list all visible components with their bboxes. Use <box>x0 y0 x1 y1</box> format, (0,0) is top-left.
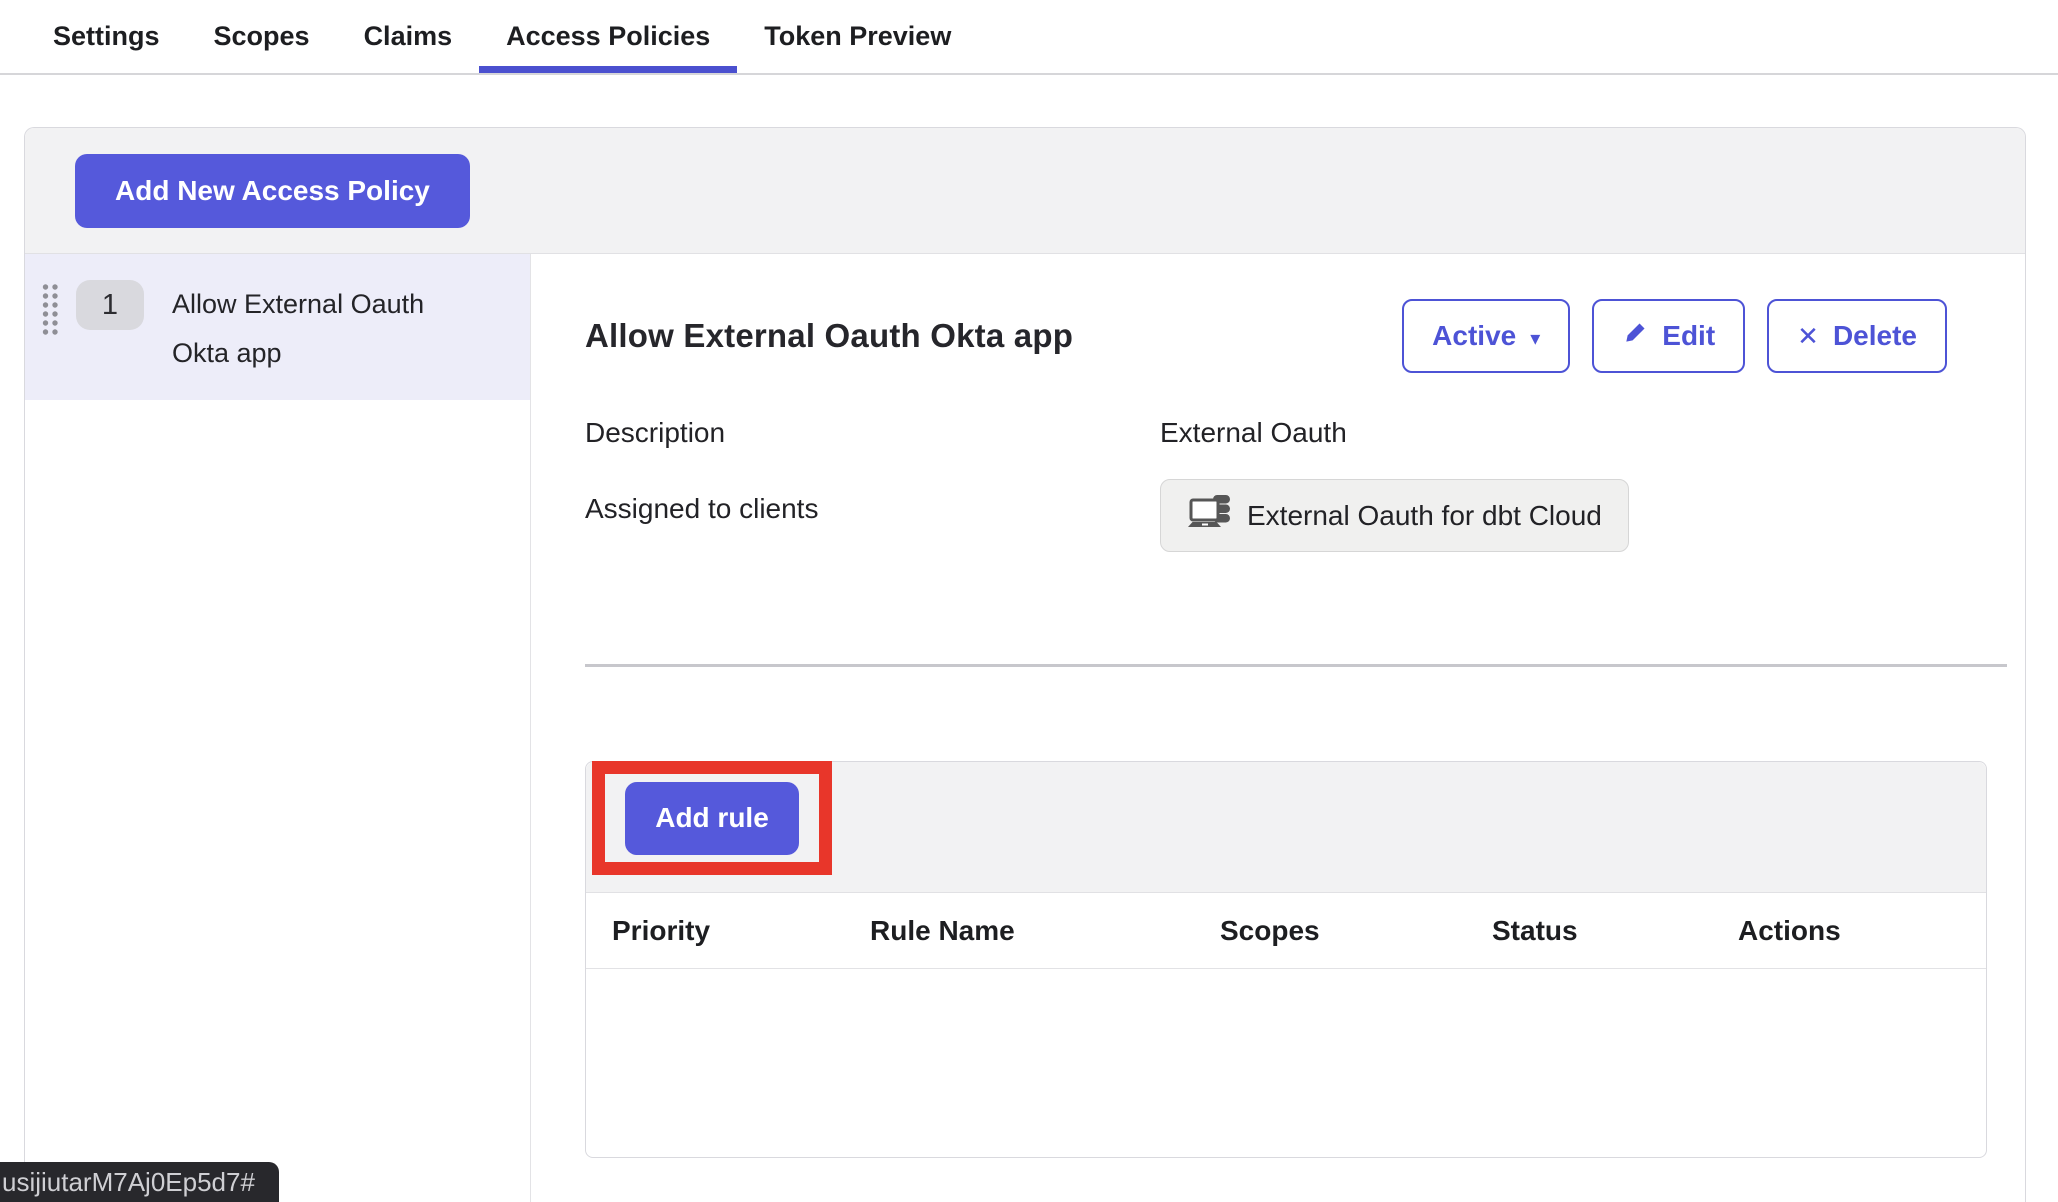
policy-detail-grid: Description External Oauth Assigned to c… <box>585 417 2007 552</box>
tab-token-preview[interactable]: Token Preview <box>737 0 978 73</box>
rules-table-empty-body <box>586 969 1986 1157</box>
link-status-bar: usijiutarM7Aj0Ep5d7# <box>0 1162 279 1202</box>
page: Settings Scopes Claims Access Policies T… <box>0 0 2058 1202</box>
client-app-icon <box>1187 492 1233 539</box>
client-chip: External Oauth for dbt Cloud <box>1160 479 1629 552</box>
edit-button-label: Edit <box>1662 320 1715 352</box>
add-rule-button[interactable]: Add rule <box>625 782 799 855</box>
chevron-down-icon: ▾ <box>1530 326 1540 351</box>
rules-table-header: Priority Rule Name Scopes Status Actions <box>586 893 1986 969</box>
column-rule-name: Rule Name <box>870 915 1220 947</box>
description-value: External Oauth <box>1160 417 2007 449</box>
rules-panel: Add rule Priority Rule Name Scopes Statu… <box>585 761 1987 1158</box>
delete-button-label: Delete <box>1833 320 1917 352</box>
policy-name-label: Allow External Oauth Okta app <box>172 280 487 378</box>
add-new-access-policy-button[interactable]: Add New Access Policy <box>75 154 470 228</box>
tab-bar: Settings Scopes Claims Access Policies T… <box>0 0 2058 75</box>
rules-panel-header: Add rule <box>586 762 1986 893</box>
tab-access-policies[interactable]: Access Policies <box>479 0 737 73</box>
description-label: Description <box>585 417 1160 449</box>
column-scopes: Scopes <box>1220 915 1492 947</box>
policy-actions: Active ▾ Edit ✕ <box>1402 299 1947 373</box>
drag-handle-icon[interactable] <box>41 282 60 341</box>
policy-list-item[interactable]: 1 Allow External Oauth Okta app <box>25 254 530 400</box>
assigned-clients-label: Assigned to clients <box>585 493 1160 525</box>
column-status: Status <box>1492 915 1738 947</box>
panel-header: Add New Access Policy <box>25 128 2025 254</box>
policy-title-row: Allow External Oauth Okta app Active ▾ <box>585 299 2007 373</box>
policy-priority-badge: 1 <box>76 280 144 330</box>
section-divider <box>585 664 2007 667</box>
tab-claims[interactable]: Claims <box>337 0 480 73</box>
access-policies-panel: Add New Access Policy <box>24 127 2026 1202</box>
policy-list-sidebar: 1 Allow External Oauth Okta app <box>25 254 531 1202</box>
tab-scopes[interactable]: Scopes <box>187 0 337 73</box>
pencil-icon <box>1622 320 1648 353</box>
column-priority: Priority <box>612 915 870 947</box>
client-chip-label: External Oauth for dbt Cloud <box>1247 500 1602 532</box>
policy-title: Allow External Oauth Okta app <box>585 317 1073 355</box>
edit-button[interactable]: Edit <box>1592 299 1745 373</box>
delete-button[interactable]: ✕ Delete <box>1767 299 1947 373</box>
panel-body: 1 Allow External Oauth Okta app Allow Ex… <box>25 254 2025 1202</box>
assigned-clients-value: External Oauth for dbt Cloud <box>1160 493 2007 552</box>
column-actions: Actions <box>1738 915 1960 947</box>
status-dropdown-button[interactable]: Active ▾ <box>1402 299 1570 373</box>
policy-detail-pane: Allow External Oauth Okta app Active ▾ <box>531 254 2026 1202</box>
close-icon: ✕ <box>1797 321 1819 352</box>
red-annotation-box: Add rule <box>592 761 832 875</box>
tab-settings[interactable]: Settings <box>26 0 187 73</box>
status-dropdown-label: Active <box>1432 320 1516 352</box>
